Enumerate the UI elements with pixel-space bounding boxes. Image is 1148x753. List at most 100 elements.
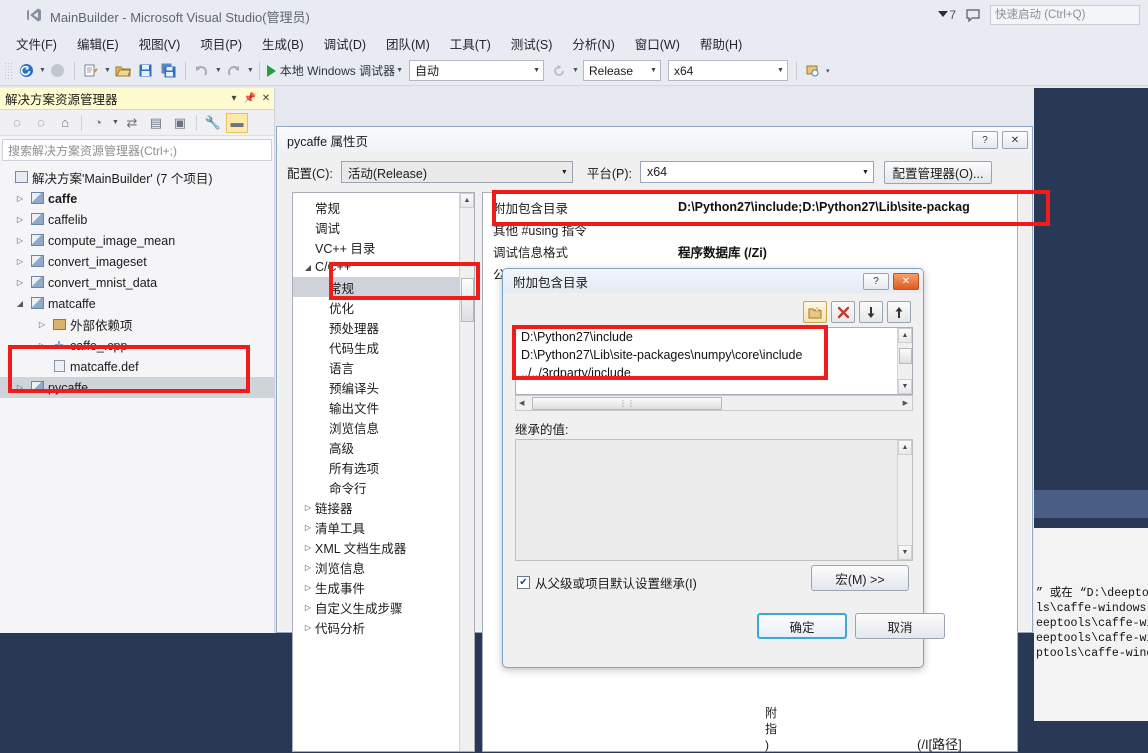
quick-launch-input[interactable]: 快速启动 (Ctrl+Q) [990, 5, 1140, 25]
chevron-down-icon[interactable]: ▼ [112, 119, 119, 126]
delete-x-icon[interactable] [831, 301, 855, 323]
undo-icon[interactable] [191, 60, 213, 82]
inherit-checkbox-row[interactable]: ✔ 从父级或项目默认设置继承(I) [517, 573, 697, 592]
platform-combo[interactable]: x64 ▼ [639, 161, 874, 183]
scrollbar-thumb[interactable] [461, 278, 474, 322]
scroll-left-icon[interactable]: ◀ [516, 399, 524, 407]
property-row-additional-using-dirs[interactable]: 其他 #using 指令 [483, 218, 1017, 240]
close-icon[interactable]: ✕ [893, 272, 919, 290]
back-arrow-icon[interactable]: ◌ [6, 113, 28, 133]
menu-item-analyze[interactable]: 分析(N) [562, 31, 624, 56]
macros-button[interactable]: 宏(M) >> [811, 565, 909, 591]
menu-item-project[interactable]: 项目(P) [190, 31, 252, 56]
solution-config-auto-combo[interactable]: 自动 ▼ [409, 60, 545, 81]
prop-node-c-cpp[interactable]: ◢ C/C++ [293, 257, 474, 277]
prop-node-general-top[interactable]: 常规 [293, 197, 474, 217]
preview-pane-icon[interactable]: ▬ [225, 112, 248, 133]
menu-item-view[interactable]: 视图(V) [129, 31, 191, 56]
property-row-debug-info-format[interactable]: 调试信息格式 程序数据库 (/Zi) [483, 240, 1017, 262]
new-project-dropdown-icon[interactable]: ▼ [104, 67, 111, 74]
help-icon[interactable]: ? [972, 131, 998, 149]
list-item[interactable]: D:\Python27\Lib\site-packages\numpy\core… [516, 346, 912, 364]
redo-icon[interactable] [223, 60, 245, 82]
new-project-icon[interactable] [80, 60, 102, 82]
scroll-down-icon[interactable]: ▼ [898, 545, 912, 560]
expander-icon[interactable]: ▷ [301, 523, 315, 532]
prop-node-command-line[interactable]: 命令行 [293, 477, 474, 497]
expander-icon[interactable]: ▷ [12, 383, 28, 392]
show-all-files-icon[interactable]: ▣ [169, 113, 191, 133]
expander-icon[interactable]: ◢ [12, 299, 28, 308]
scroll-up-icon[interactable]: ▲ [898, 440, 912, 455]
expander-icon[interactable]: ▷ [34, 320, 50, 329]
expander-icon[interactable]: ▷ [301, 603, 315, 612]
prop-node-vcpp-dirs[interactable]: VC++ 目录 [293, 237, 474, 257]
prop-node-code-generation[interactable]: 代码生成 [293, 337, 474, 357]
configuration-manager-button[interactable]: 配置管理器(O)... [883, 160, 992, 184]
prop-node-precompiled-headers[interactable]: 预编译头 [293, 377, 474, 397]
configuration-combo[interactable]: 活动(Release) ▼ [340, 161, 573, 183]
scroll-up-icon[interactable]: ▲ [460, 193, 474, 208]
menu-item-team[interactable]: 团队(M) [376, 31, 440, 56]
nav-tree-scrollbar[interactable]: ▲ [459, 193, 474, 751]
tree-node-solution[interactable]: 解决方案'MainBuilder' (7 个项目) [0, 167, 274, 188]
build-platform-combo[interactable]: x64 ▼ [667, 60, 788, 81]
solution-explorer-search-input[interactable]: 搜索解决方案资源管理器(Ctrl+;) [2, 139, 272, 161]
close-icon[interactable]: ✕ [258, 91, 274, 107]
scrollbar-thumb[interactable]: ⋮⋮ [532, 397, 722, 410]
prop-node-language[interactable]: 语言 [293, 357, 474, 377]
new-folder-icon[interactable] [803, 301, 827, 323]
menu-item-file[interactable]: 文件(F) [6, 31, 67, 56]
tree-node-convert-mnist-data[interactable]: ▷ convert_mnist_data [0, 272, 274, 293]
scroll-down-icon[interactable]: ▼ [898, 379, 912, 394]
navigate-forward-icon[interactable] [47, 60, 69, 82]
prop-node-build-events[interactable]: ▷ 生成事件 [293, 577, 474, 597]
build-config-combo[interactable]: Release ▼ [582, 60, 661, 81]
tree-node-pycaffe[interactable]: ▷ pycaffe [0, 377, 274, 398]
list-horizontal-scrollbar[interactable]: ◀ ⋮⋮ ▶ [515, 395, 913, 411]
move-up-icon[interactable] [887, 301, 911, 323]
scroll-up-icon[interactable]: ▲ [898, 328, 912, 343]
menu-item-tools[interactable]: 工具(T) [440, 31, 501, 56]
property-row-additional-include-dirs[interactable]: 附加包含目录 D:\Python27\include;D:\Python27\L… [483, 196, 1017, 218]
refresh-icon[interactable] [548, 60, 570, 82]
tree-node-compute-image-mean[interactable]: ▷ compute_image_mean [0, 230, 274, 251]
move-down-icon[interactable] [859, 301, 883, 323]
prop-node-browse-info[interactable]: ▷ 浏览信息 [293, 557, 474, 577]
inherit-checkbox[interactable]: ✔ [517, 576, 530, 589]
prop-node-output-files[interactable]: 输出文件 [293, 397, 474, 417]
include-directories-list[interactable]: D:\Python27\include D:\Python27\Lib\site… [515, 327, 913, 395]
expander-icon[interactable]: ▷ [301, 623, 315, 632]
scrollbar-thumb[interactable] [899, 348, 912, 364]
prop-node-advanced[interactable]: 高级 [293, 437, 474, 457]
menu-item-window[interactable]: 窗口(W) [625, 31, 690, 56]
expander-icon[interactable]: ▷ [301, 543, 315, 552]
properties-wrench-icon[interactable]: 🔧 [202, 113, 224, 133]
toolbar-grip[interactable] [4, 61, 12, 80]
property-value[interactable]: D:\Python27\include;D:\Python27\Lib\site… [678, 200, 970, 214]
save-all-icon[interactable] [158, 60, 180, 82]
prop-node-c-cpp-general[interactable]: 常规 [293, 277, 474, 297]
expander-icon[interactable]: ▷ [34, 341, 50, 350]
prop-node-preprocessor[interactable]: 预处理器 [293, 317, 474, 337]
home-icon[interactable]: ⌂ [54, 113, 76, 133]
tree-node-caffe-cpp[interactable]: ▷ ✛ caffe_.cpp [0, 335, 274, 356]
menu-item-edit[interactable]: 编辑(E) [67, 31, 129, 56]
expander-icon[interactable]: ▷ [12, 278, 28, 287]
start-debug-button[interactable]: 本地 Windows 调试器 ▼ [265, 60, 405, 82]
prop-node-debug[interactable]: 调试 [293, 217, 474, 237]
save-icon[interactable] [135, 60, 157, 82]
list-vertical-scrollbar[interactable]: ▲ ▼ [897, 328, 912, 394]
inherited-scrollbar[interactable]: ▲ ▼ [897, 440, 912, 560]
property-value[interactable]: 程序数据库 (/Zi) [678, 242, 767, 261]
refresh-dropdown-icon[interactable]: ▼ [572, 67, 579, 74]
prop-node-browse-info-cpp[interactable]: 浏览信息 [293, 417, 474, 437]
pin-icon[interactable]: 📌 [242, 91, 258, 107]
start-debug-dropdown-icon[interactable]: ▼ [396, 67, 403, 74]
expander-icon[interactable]: ▷ [301, 583, 315, 592]
prop-node-linker[interactable]: ▷ 链接器 [293, 497, 474, 517]
prop-node-optimization[interactable]: 优化 [293, 297, 474, 317]
refresh-view-icon[interactable]: ▤ [145, 113, 167, 133]
prop-node-code-analysis[interactable]: ▷ 代码分析 [293, 617, 474, 637]
tree-node-external-dependencies[interactable]: ▷ 外部依赖项 [0, 314, 274, 335]
